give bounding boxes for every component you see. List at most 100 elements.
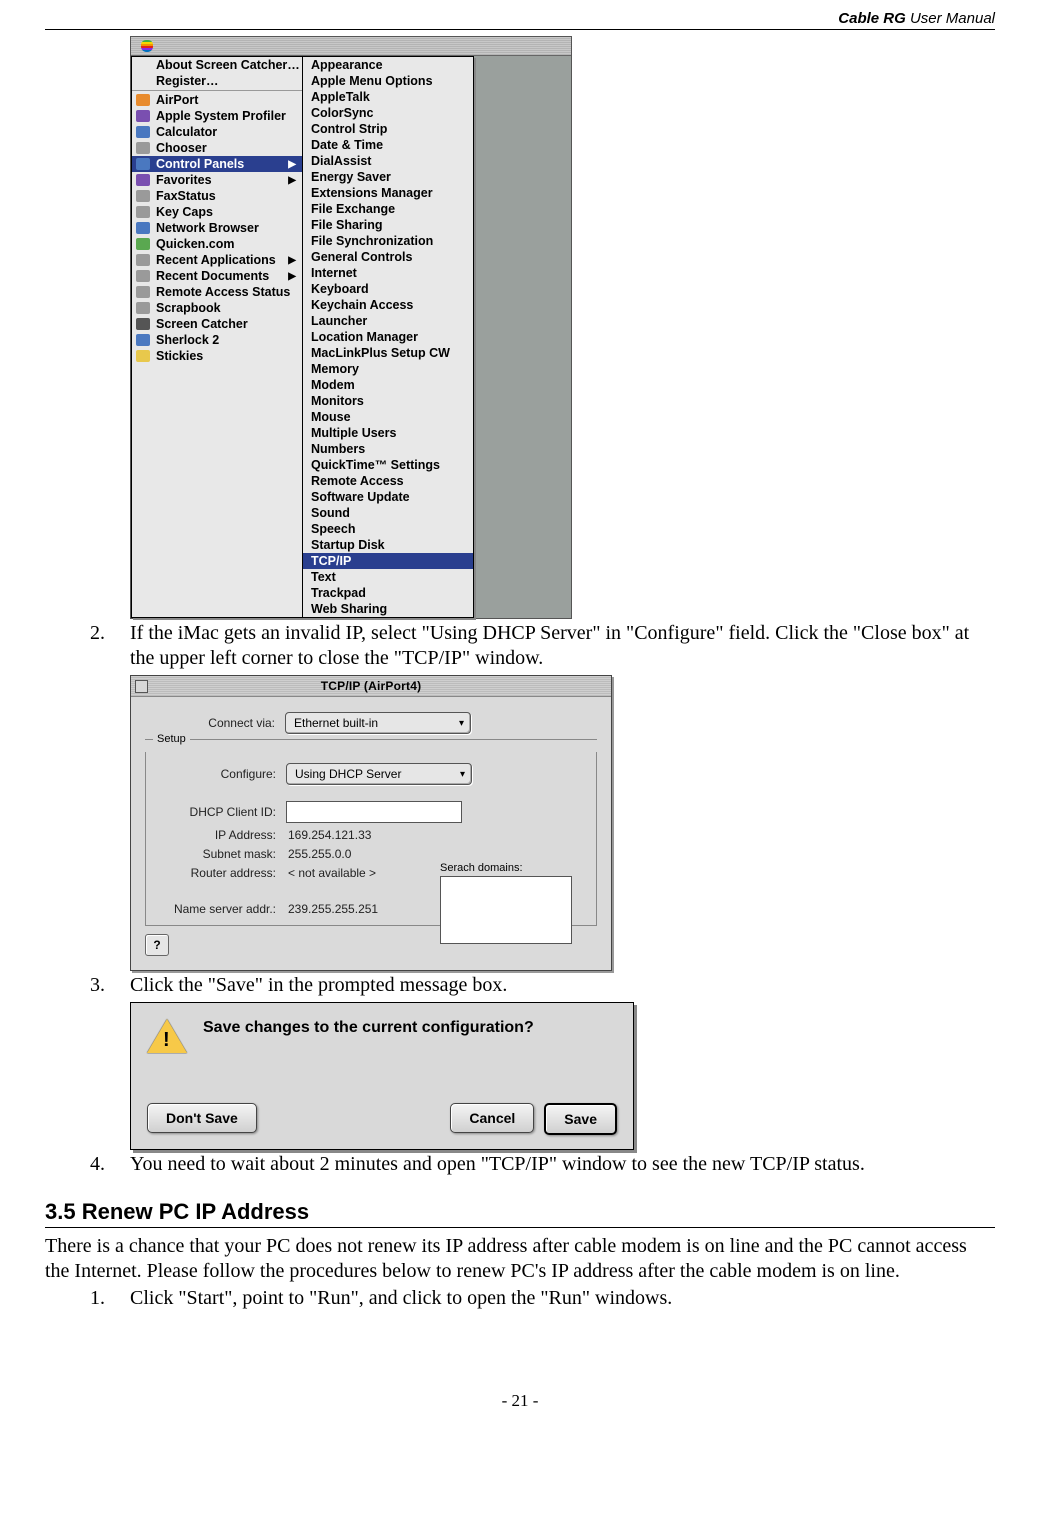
menu-item[interactable]: Chooser — [132, 140, 302, 156]
submenu-item-label: Numbers — [311, 442, 365, 456]
submenu-item[interactable]: Startup Disk — [303, 537, 473, 553]
search-domains-label: Serach domains: — [440, 862, 570, 874]
tcpip-window: TCP/IP (AirPort4) Connect via: Ethernet … — [130, 675, 612, 971]
menu-item-icon — [136, 126, 150, 138]
submenu-item-label: Web Sharing — [311, 602, 387, 616]
submenu-item[interactable]: Date & Time — [303, 137, 473, 153]
menu-item[interactable]: Key Caps — [132, 204, 302, 220]
cancel-button[interactable]: Cancel — [450, 1103, 534, 1133]
menu-item-icon — [136, 206, 150, 218]
connect-via-select[interactable]: Ethernet built-in ▾ — [285, 712, 471, 734]
submenu-item[interactable]: ColorSync — [303, 105, 473, 121]
submenu-item[interactable]: Appearance — [303, 57, 473, 73]
menu-item[interactable]: Network Browser — [132, 220, 302, 236]
submenu-item[interactable]: Energy Saver — [303, 169, 473, 185]
menu-item[interactable]: Favorites ▶ — [132, 172, 302, 188]
submenu-item[interactable]: Control Strip — [303, 121, 473, 137]
dhcp-client-id-label: DHCP Client ID: — [146, 805, 286, 819]
menu-item[interactable]: Apple System Profiler — [132, 108, 302, 124]
submenu-item-label: Date & Time — [311, 138, 383, 152]
control-panels-submenu: AppearanceApple Menu OptionsAppleTalkCol… — [302, 56, 474, 618]
dhcp-client-id-input[interactable] — [286, 801, 462, 823]
submenu-item[interactable]: Monitors — [303, 393, 473, 409]
help-button[interactable]: ? — [145, 934, 169, 956]
submenu-item[interactable]: Text — [303, 569, 473, 585]
submenu-item[interactable]: Memory — [303, 361, 473, 377]
menu-item[interactable]: Quicken.com — [132, 236, 302, 252]
submenu-item[interactable]: Mouse — [303, 409, 473, 425]
dont-save-button[interactable]: Don't Save — [147, 1103, 257, 1133]
submenu-item-label: Trackpad — [311, 586, 366, 600]
help-icon: ? — [153, 938, 160, 952]
submenu-item[interactable]: DialAssist — [303, 153, 473, 169]
submenu-item[interactable]: Internet — [303, 265, 473, 281]
menu-item[interactable]: About Screen Catcher… — [132, 57, 302, 73]
submenu-item[interactable]: Trackpad — [303, 585, 473, 601]
menu-item-icon — [136, 254, 150, 266]
name-server-label: Name server addr.: — [146, 902, 286, 916]
submenu-item[interactable]: Remote Access — [303, 473, 473, 489]
submenu-item-label: Keychain Access — [311, 298, 413, 312]
submenu-item-label: Keyboard — [311, 282, 369, 296]
save-button[interactable]: Save — [544, 1103, 617, 1135]
page-number: - 21 - — [45, 1391, 995, 1411]
menu-item[interactable]: Recent Applications▶ — [132, 252, 302, 268]
submenu-item-label: Remote Access — [311, 474, 404, 488]
menu-item[interactable]: FaxStatus — [132, 188, 302, 204]
menu-item-label: Remote Access Status — [156, 285, 290, 299]
menu-item[interactable]: Remote Access Status — [132, 284, 302, 300]
menu-item-label: Key Caps — [156, 205, 213, 219]
submenu-item-label: MacLinkPlus Setup CW — [311, 346, 450, 360]
submenu-item[interactable]: Software Update — [303, 489, 473, 505]
submenu-item[interactable]: File Sharing — [303, 217, 473, 233]
menu-item-icon — [136, 302, 150, 314]
subnet-mask-value: 255.255.0.0 — [286, 847, 351, 861]
menu-item[interactable]: Calculator — [132, 124, 302, 140]
submenu-arrow-icon: ▶ — [288, 175, 296, 186]
submenu-item[interactable]: Multiple Users — [303, 425, 473, 441]
submenu-item[interactable]: AppleTalk — [303, 89, 473, 105]
submenu-item[interactable]: QuickTime™ Settings — [303, 457, 473, 473]
submenu-item[interactable]: Launcher — [303, 313, 473, 329]
submenu-item-label: File Exchange — [311, 202, 395, 216]
configure-select[interactable]: Using DHCP Server ▾ — [286, 763, 472, 785]
submenu-item[interactable]: Keychain Access — [303, 297, 473, 313]
menu-item-label: Chooser — [156, 141, 207, 155]
submenu-item[interactable]: Speech — [303, 521, 473, 537]
submenu-item-label: Startup Disk — [311, 538, 385, 552]
search-domains-box[interactable] — [440, 876, 572, 944]
menu-item[interactable]: Sherlock 2 — [132, 332, 302, 348]
submenu-item-label: Modem — [311, 378, 355, 392]
menu-item[interactable]: Screen Catcher — [132, 316, 302, 332]
submenu-item[interactable]: Modem — [303, 377, 473, 393]
submenu-item[interactable]: File Exchange — [303, 201, 473, 217]
menu-item-label: Control Panels — [156, 157, 244, 171]
submenu-item[interactable]: Apple Menu Options — [303, 73, 473, 89]
submenu-item-label: Launcher — [311, 314, 367, 328]
submenu-item[interactable]: TCP/IP — [303, 553, 473, 569]
subnet-mask-label: Subnet mask: — [146, 847, 286, 861]
menu-item[interactable]: Stickies — [132, 348, 302, 364]
submenu-item[interactable]: Numbers — [303, 441, 473, 457]
submenu-item[interactable]: File Synchronization — [303, 233, 473, 249]
submenu-item[interactable]: General Controls — [303, 249, 473, 265]
submenu-item[interactable]: Sound — [303, 505, 473, 521]
menu-item-label: Favorites — [156, 173, 212, 187]
submenu-item-label: General Controls — [311, 250, 412, 264]
submenu-item[interactable]: Web Sharing — [303, 601, 473, 617]
menu-item[interactable]: AirPort — [132, 92, 302, 108]
header-title-bold: Cable RG — [838, 10, 906, 27]
submenu-item[interactable]: Location Manager — [303, 329, 473, 345]
submenu-item[interactable]: Extensions Manager — [303, 185, 473, 201]
menu-item[interactable]: Recent Documents▶ — [132, 268, 302, 284]
macos-menu-screenshot: About Screen Catcher…Register…AirPortApp… — [130, 36, 572, 619]
save-label: Save — [564, 1111, 597, 1127]
menu-item[interactable]: Scrapbook — [132, 300, 302, 316]
name-server-value: 239.255.255.251 — [286, 902, 378, 916]
submenu-item[interactable]: Keyboard — [303, 281, 473, 297]
menu-item[interactable]: Register… — [132, 73, 302, 89]
submenu-item[interactable]: MacLinkPlus Setup CW — [303, 345, 473, 361]
menu-item[interactable]: Control Panels▶ — [132, 156, 302, 172]
submenu-item-label: File Sharing — [311, 218, 383, 232]
apple-logo-icon[interactable] — [141, 40, 153, 52]
